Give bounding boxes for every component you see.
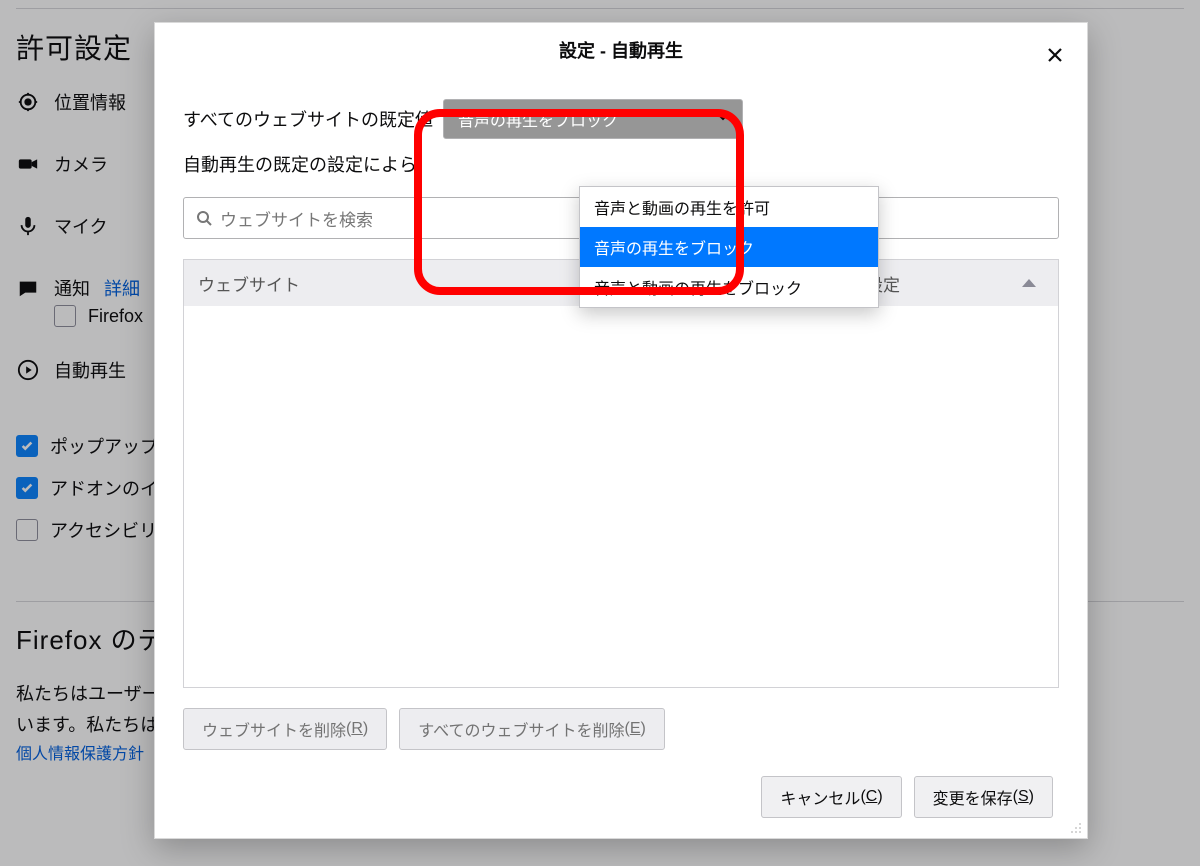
cancel-button[interactable]: キャンセル(C) [761, 776, 901, 818]
select-current-value: 音声の再生をブロック [458, 107, 618, 131]
resize-grip-icon[interactable] [1069, 820, 1083, 834]
save-button[interactable]: 変更を保存(S) [914, 776, 1053, 818]
dialog-right-actions: キャンセル(C) 変更を保存(S) [183, 776, 1059, 818]
search-icon [196, 210, 212, 226]
autoplay-description: 自動再生の既定の設定によら [183, 151, 1059, 177]
default-value-row: すべてのウェブサイトの既定値 音声の再生をブロック [183, 99, 1059, 139]
sort-asc-icon [1022, 279, 1036, 287]
option-block-audio-video[interactable]: 音声と動画の再生をブロック [580, 267, 878, 307]
website-table: ウェブサイト 現在の設定 [183, 259, 1059, 688]
dialog-title: 設定 - 自動再生 [559, 37, 683, 63]
autoplay-settings-dialog: 設定 - 自動再生 すべてのウェブサイトの既定値 音声の再生をブロック 自動再生… [154, 22, 1088, 839]
dialog-header: 設定 - 自動再生 [155, 23, 1087, 99]
remove-site-button[interactable]: ウェブサイトを削除(R) [183, 708, 387, 750]
chevron-down-icon [716, 110, 730, 129]
table-body-empty [184, 306, 1058, 687]
default-select[interactable]: 音声の再生をブロック [443, 99, 743, 139]
default-select-dropdown: 音声と動画の再生を許可 音声の再生をブロック 音声と動画の再生をブロック [579, 186, 879, 308]
option-block-audio[interactable]: 音声の再生をブロック [580, 227, 878, 267]
close-icon[interactable] [1039, 39, 1071, 71]
dialog-left-actions: ウェブサイトを削除(R) すべてのウェブサイトを削除(E) [183, 708, 1059, 750]
remove-all-sites-button[interactable]: すべてのウェブサイトを削除(E) [399, 708, 665, 750]
search-placeholder: ウェブサイトを検索 [220, 206, 373, 231]
option-allow-audio-video[interactable]: 音声と動画の再生を許可 [580, 187, 878, 227]
default-label: すべてのウェブサイトの既定値 [183, 106, 433, 132]
